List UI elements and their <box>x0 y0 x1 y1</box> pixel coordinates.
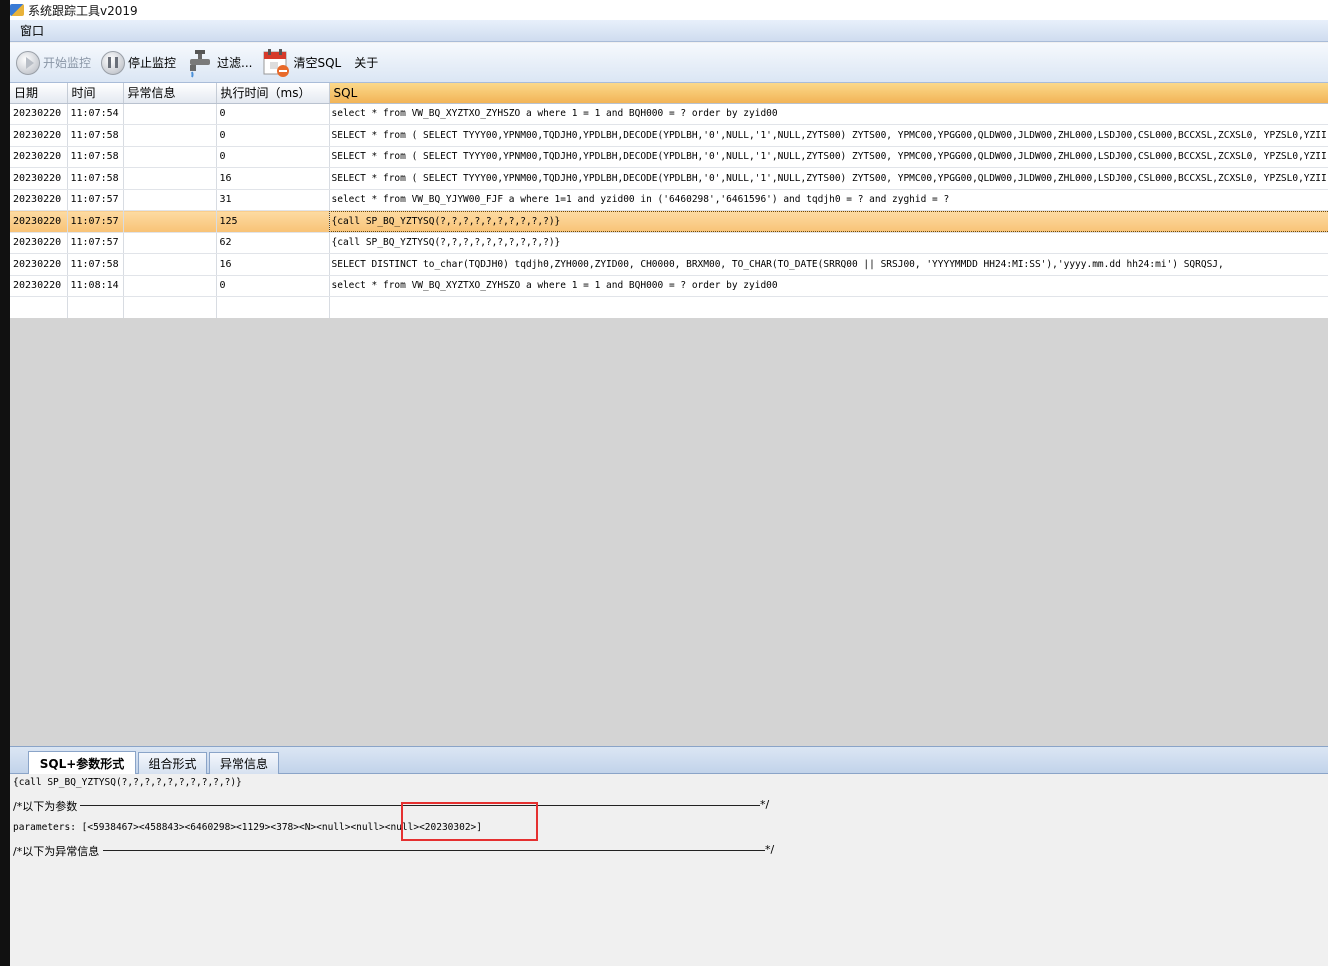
cell-sql: SELECT * from ( SELECT TYYY00,YPNM00,TQD… <box>329 124 1328 147</box>
table-row[interactable]: 20230220 11:07:57 31 select * from VW_BQ… <box>10 189 1328 211</box>
cell-date: 20230220 <box>10 189 68 211</box>
cell-time: 11:07:58 <box>67 167 124 190</box>
cell-duration: 0 <box>216 146 330 168</box>
menu-window[interactable]: 窗口 <box>10 22 54 39</box>
cell-duration: 0 <box>216 124 330 147</box>
cell-duration: 0 <box>216 275 330 297</box>
table-row[interactable]: 20230220 11:07:58 16 SELECT * from ( SEL… <box>10 167 1328 190</box>
cell-empty <box>67 296 124 318</box>
table-row[interactable]: 20230220 11:07:58 0 SELECT * from ( SELE… <box>10 124 1328 147</box>
error-separator <box>103 850 765 851</box>
cell-time: 11:07:58 <box>67 124 124 147</box>
stop-monitor-button[interactable]: 停止监控 <box>101 46 176 80</box>
table-row[interactable]: 20230220 11:07:58 16 SELECT DISTINCT to_… <box>10 253 1328 276</box>
cell-date: 20230220 <box>10 253 68 276</box>
cell-time: 11:07:57 <box>67 210 124 233</box>
grid-empty-area <box>10 318 1328 746</box>
tab-error-info[interactable]: 异常信息 <box>209 752 279 774</box>
table-row-selected[interactable]: 20230220 11:07:57 125 {call SP_BQ_YZTYSQ… <box>10 210 1328 233</box>
cell-duration: 0 <box>216 103 330 125</box>
faucet-icon <box>186 48 214 78</box>
window-title: 系统跟踪工具v2019 <box>28 3 138 18</box>
params-header: /*以下为参数 <box>13 800 78 813</box>
cell-sql: SELECT * from ( SELECT TYYY00,YPNM00,TQD… <box>329 146 1328 168</box>
cell-time: 11:07:58 <box>67 146 124 168</box>
cell-time: 11:07:54 <box>67 103 124 125</box>
annotation-highlight-box <box>401 802 538 841</box>
clear-sql-button[interactable]: 清空SQL <box>262 46 341 80</box>
cell-date: 20230220 <box>10 232 68 254</box>
cell-time: 11:08:14 <box>67 275 124 297</box>
cell-date: 20230220 <box>10 103 68 125</box>
table-row[interactable]: 20230220 11:07:57 62 {call SP_BQ_YZTYSQ(… <box>10 232 1328 254</box>
filter-button[interactable]: 过滤... <box>186 46 252 80</box>
cell-sql: {call SP_BQ_YZTYSQ(?,?,?,?,?,?,?,?,?,?)} <box>329 210 1328 233</box>
cell-duration: 16 <box>216 253 330 276</box>
error-comment-end: */ <box>765 843 775 856</box>
error-header: /*以下为异常信息 <box>13 845 100 858</box>
cell-date: 20230220 <box>10 124 68 147</box>
col-header-sql[interactable]: SQL <box>329 83 1328 104</box>
col-header-error[interactable]: 异常信息 <box>123 83 217 104</box>
col-header-duration[interactable]: 执行时间（ms） <box>216 83 330 104</box>
cell-date: 20230220 <box>10 210 68 233</box>
pause-icon <box>101 50 126 75</box>
about-button[interactable]: 关于 <box>351 46 378 80</box>
cell-error <box>123 189 217 211</box>
cell-duration: 125 <box>216 210 330 233</box>
cell-time: 11:07:57 <box>67 189 124 211</box>
cell-sql: {call SP_BQ_YZTYSQ(?,?,?,?,?,?,?,?,?,?)} <box>329 232 1328 254</box>
left-edge <box>0 0 10 966</box>
cell-error <box>123 146 217 168</box>
cell-date: 20230220 <box>10 275 68 297</box>
cell-empty <box>329 296 1328 318</box>
cell-error <box>123 275 217 297</box>
cell-error <box>123 253 217 276</box>
sql-log-grid[interactable]: 日期 时间 异常信息 执行时间（ms） SQL 20230220 11:07:5… <box>10 83 1328 318</box>
cell-date: 20230220 <box>10 167 68 190</box>
cell-date: 20230220 <box>10 146 68 168</box>
col-header-date[interactable]: 日期 <box>10 83 68 104</box>
table-row[interactable]: 20230220 11:07:58 0 SELECT * from ( SELE… <box>10 146 1328 168</box>
cell-error <box>123 103 217 125</box>
cell-sql: SELECT * from ( SELECT TYYY00,YPNM00,TQD… <box>329 167 1328 190</box>
cell-empty <box>123 296 217 318</box>
app-icon <box>10 4 24 16</box>
tab-sql-params[interactable]: SQL+参数形式 <box>28 751 136 775</box>
col-header-time[interactable]: 时间 <box>67 83 124 104</box>
table-row-empty[interactable] <box>10 296 1328 318</box>
calendar-clear-icon <box>262 48 290 78</box>
table-row[interactable]: 20230220 11:07:54 0 select * from VW_BQ_… <box>10 103 1328 125</box>
title-bar: 系统跟踪工具v2019 <box>10 0 1328 20</box>
detail-tab-strip: SQL+参数形式 组合形式 异常信息 <box>10 746 1328 775</box>
play-icon <box>16 50 40 75</box>
menu-bar: 窗口 <box>10 20 1328 42</box>
detail-text-panel[interactable]: {call SP_BQ_YZTYSQ(?,?,?,?,?,?,?,?,?,?)}… <box>10 774 1328 966</box>
table-row[interactable]: 20230220 11:08:14 0 select * from VW_BQ_… <box>10 275 1328 297</box>
cell-empty <box>10 296 68 318</box>
cell-duration: 16 <box>216 167 330 190</box>
cell-error <box>123 124 217 147</box>
cell-duration: 62 <box>216 232 330 254</box>
cell-error <box>123 167 217 190</box>
cell-error <box>123 210 217 233</box>
cell-time: 11:07:58 <box>67 253 124 276</box>
cell-duration: 31 <box>216 189 330 211</box>
cell-error <box>123 232 217 254</box>
cell-sql: SELECT DISTINCT to_char(TQDJH0) tqdjh0,Z… <box>329 253 1328 276</box>
cell-empty <box>216 296 330 318</box>
cell-time: 11:07:57 <box>67 232 124 254</box>
start-monitor-button[interactable]: 开始监控 <box>16 46 91 80</box>
cell-sql: select * from VW_BQ_XYZTXO_ZYHSZO a wher… <box>329 103 1328 125</box>
toolbar: 开始监控 停止监控 过滤... 清空SQL 关于 <box>10 43 1328 83</box>
params-comment-end: */ <box>760 798 770 811</box>
grid-header-row: 日期 时间 异常信息 执行时间（ms） SQL <box>10 83 1328 104</box>
cell-sql: select * from VW_BQ_YJYW00_FJF a where 1… <box>329 189 1328 211</box>
cell-sql: select * from VW_BQ_XYZTXO_ZYHSZO a wher… <box>329 275 1328 297</box>
detail-sql-text: {call SP_BQ_YZTYSQ(?,?,?,?,?,?,?,?,?,?)} <box>13 777 242 788</box>
tab-combined[interactable]: 组合形式 <box>138 752 207 774</box>
